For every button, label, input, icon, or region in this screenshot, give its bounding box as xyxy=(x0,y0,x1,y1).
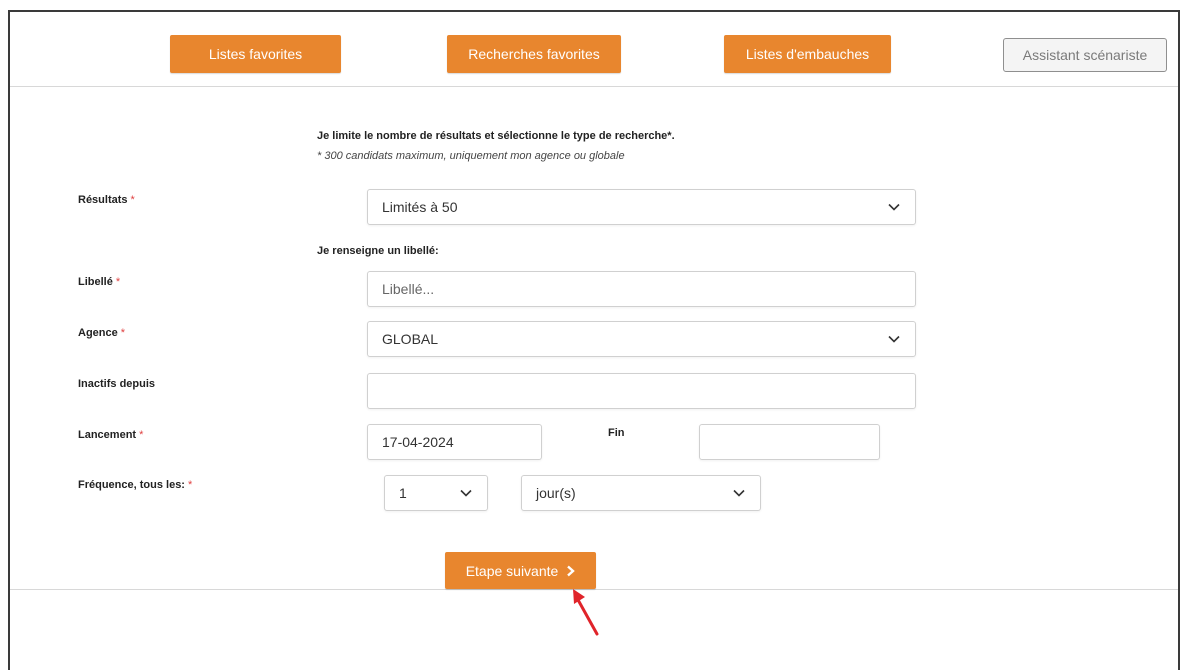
intro-note: * 300 candidats maximum, uniquement mon … xyxy=(317,150,625,162)
required-marker: * xyxy=(139,429,144,441)
inactifs-input[interactable] xyxy=(367,373,916,409)
next-step-label: Etape suivante xyxy=(465,562,559,579)
results-select[interactable]: Limités à 50 xyxy=(367,189,916,225)
chevron-right-icon xyxy=(566,565,576,577)
hiring-lists-button[interactable]: Listes d'embauches xyxy=(724,35,891,73)
script-assistant-button[interactable]: Assistant scénariste xyxy=(1003,38,1167,72)
lancement-date-input[interactable]: 17-04-2024 xyxy=(367,424,542,460)
agence-label: Agence * xyxy=(78,327,126,339)
frequence-label: Fréquence, tous les: * xyxy=(78,479,193,491)
results-label: Résultats * xyxy=(78,194,135,206)
required-marker: * xyxy=(115,276,121,288)
agence-value: GLOBAL xyxy=(382,331,439,347)
libelle-label: Libellé * xyxy=(78,276,121,288)
chevron-down-icon xyxy=(459,486,473,500)
libelle-section-label: Je renseigne un libellé: xyxy=(317,245,439,257)
frequence-unit-value: jour(s) xyxy=(536,485,576,501)
favorite-lists-button[interactable]: Listes favorites xyxy=(170,35,341,73)
fin-label: Fin xyxy=(608,427,625,439)
frequence-count-select[interactable]: 1 xyxy=(384,475,488,511)
favorite-searches-button[interactable]: Recherches favorites xyxy=(447,35,621,73)
annotation-arrow-icon xyxy=(573,589,599,636)
agence-select[interactable]: GLOBAL xyxy=(367,321,916,357)
required-marker: * xyxy=(130,194,135,206)
frequence-unit-select[interactable]: jour(s) xyxy=(521,475,761,511)
next-step-button[interactable]: Etape suivante xyxy=(445,552,596,589)
chevron-down-icon xyxy=(887,332,901,346)
results-value: Limités à 50 xyxy=(382,199,458,215)
toolbar-divider xyxy=(10,86,1178,87)
inactifs-label: Inactifs depuis xyxy=(78,378,156,390)
intro-title: Je limite le nombre de résultats et séle… xyxy=(317,130,675,142)
chevron-down-icon xyxy=(887,200,901,214)
frequence-count-value: 1 xyxy=(399,485,407,501)
chevron-down-icon xyxy=(732,486,746,500)
required-marker: * xyxy=(120,327,126,339)
libelle-input[interactable]: Libellé... xyxy=(367,271,916,307)
required-marker: * xyxy=(187,479,193,491)
fin-date-input[interactable] xyxy=(699,424,880,460)
lancement-label: Lancement * xyxy=(78,429,144,441)
